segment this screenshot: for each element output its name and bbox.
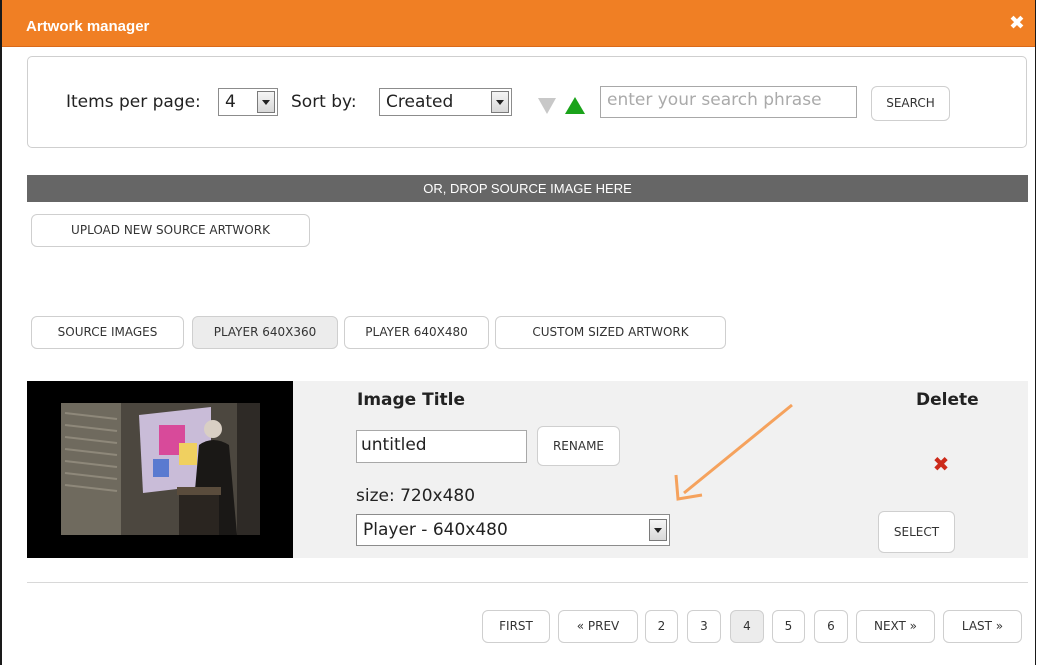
annotation-arrow-icon: [674, 403, 793, 501]
search-input[interactable]: enter your search phrase: [600, 86, 857, 118]
triangle-up-icon[interactable]: [565, 97, 585, 114]
close-icon[interactable]: ✖: [1007, 13, 1027, 33]
artwork-image: [61, 403, 260, 535]
tab-player-640x480[interactable]: PLAYER 640X480: [344, 316, 489, 349]
sort-by-select[interactable]: Created: [379, 88, 512, 116]
sort-by-value: Created: [386, 92, 454, 112]
tab-custom-sized-artwork[interactable]: CUSTOM SIZED ARTWORK: [495, 316, 726, 349]
items-per-page-label: Items per page:: [66, 92, 201, 112]
chevron-down-icon[interactable]: [491, 91, 509, 113]
image-title-value: untitled: [361, 435, 427, 455]
items-per-page-value: 4: [225, 92, 236, 112]
page-last-button[interactable]: LAST »: [943, 610, 1022, 643]
tab-player-640x360[interactable]: PLAYER 640X360: [192, 316, 338, 349]
search-placeholder: enter your search phrase: [607, 90, 822, 110]
dialog-title: Artwork manager: [26, 18, 150, 35]
artwork-size-value: Player - 640x480: [363, 520, 508, 540]
divider: [27, 582, 1028, 583]
page-next-button[interactable]: NEXT »: [856, 610, 935, 643]
tab-source-images[interactable]: SOURCE IMAGES: [31, 316, 184, 349]
page-4-button[interactable]: 4: [730, 610, 764, 643]
chevron-down-icon[interactable]: [649, 519, 667, 541]
page-5-button[interactable]: 5: [772, 610, 805, 643]
drop-zone[interactable]: OR, DROP SOURCE IMAGE HERE: [27, 175, 1028, 202]
page-2-button[interactable]: 2: [645, 610, 678, 643]
select-button[interactable]: SELECT: [878, 511, 955, 553]
artwork-size-select[interactable]: Player - 640x480: [356, 514, 670, 546]
delete-heading: Delete: [916, 390, 979, 410]
page-6-button[interactable]: 6: [814, 610, 848, 643]
artwork-thumbnail[interactable]: [27, 381, 293, 558]
artwork-list-item: Image Title untitled RENAME size: 720x48…: [27, 381, 1028, 558]
image-title-input[interactable]: untitled: [356, 430, 527, 463]
page-3-button[interactable]: 3: [687, 610, 721, 643]
items-per-page-select[interactable]: 4: [218, 88, 278, 116]
chevron-down-icon[interactable]: [257, 91, 275, 113]
triangle-down-icon[interactable]: [538, 98, 556, 114]
image-size-text: size: 720x480: [356, 486, 476, 506]
page-first-button[interactable]: FIRST: [482, 610, 550, 643]
dialog-titlebar: Artwork manager ✖: [2, 0, 1035, 47]
delete-x-icon[interactable]: ✖: [930, 453, 952, 475]
image-title-heading: Image Title: [357, 390, 466, 410]
artwork-manager-dialog: Artwork manager ✖ Items per page: 4 Sort…: [0, 0, 1036, 665]
upload-source-artwork-button[interactable]: UPLOAD NEW SOURCE ARTWORK: [31, 214, 310, 247]
rename-button[interactable]: RENAME: [537, 426, 620, 466]
filter-panel: Items per page: 4 Sort by: Created enter…: [27, 56, 1027, 148]
sort-by-label: Sort by:: [291, 92, 357, 112]
page-prev-button[interactable]: « PREV: [558, 610, 638, 643]
search-button[interactable]: SEARCH: [871, 86, 950, 121]
